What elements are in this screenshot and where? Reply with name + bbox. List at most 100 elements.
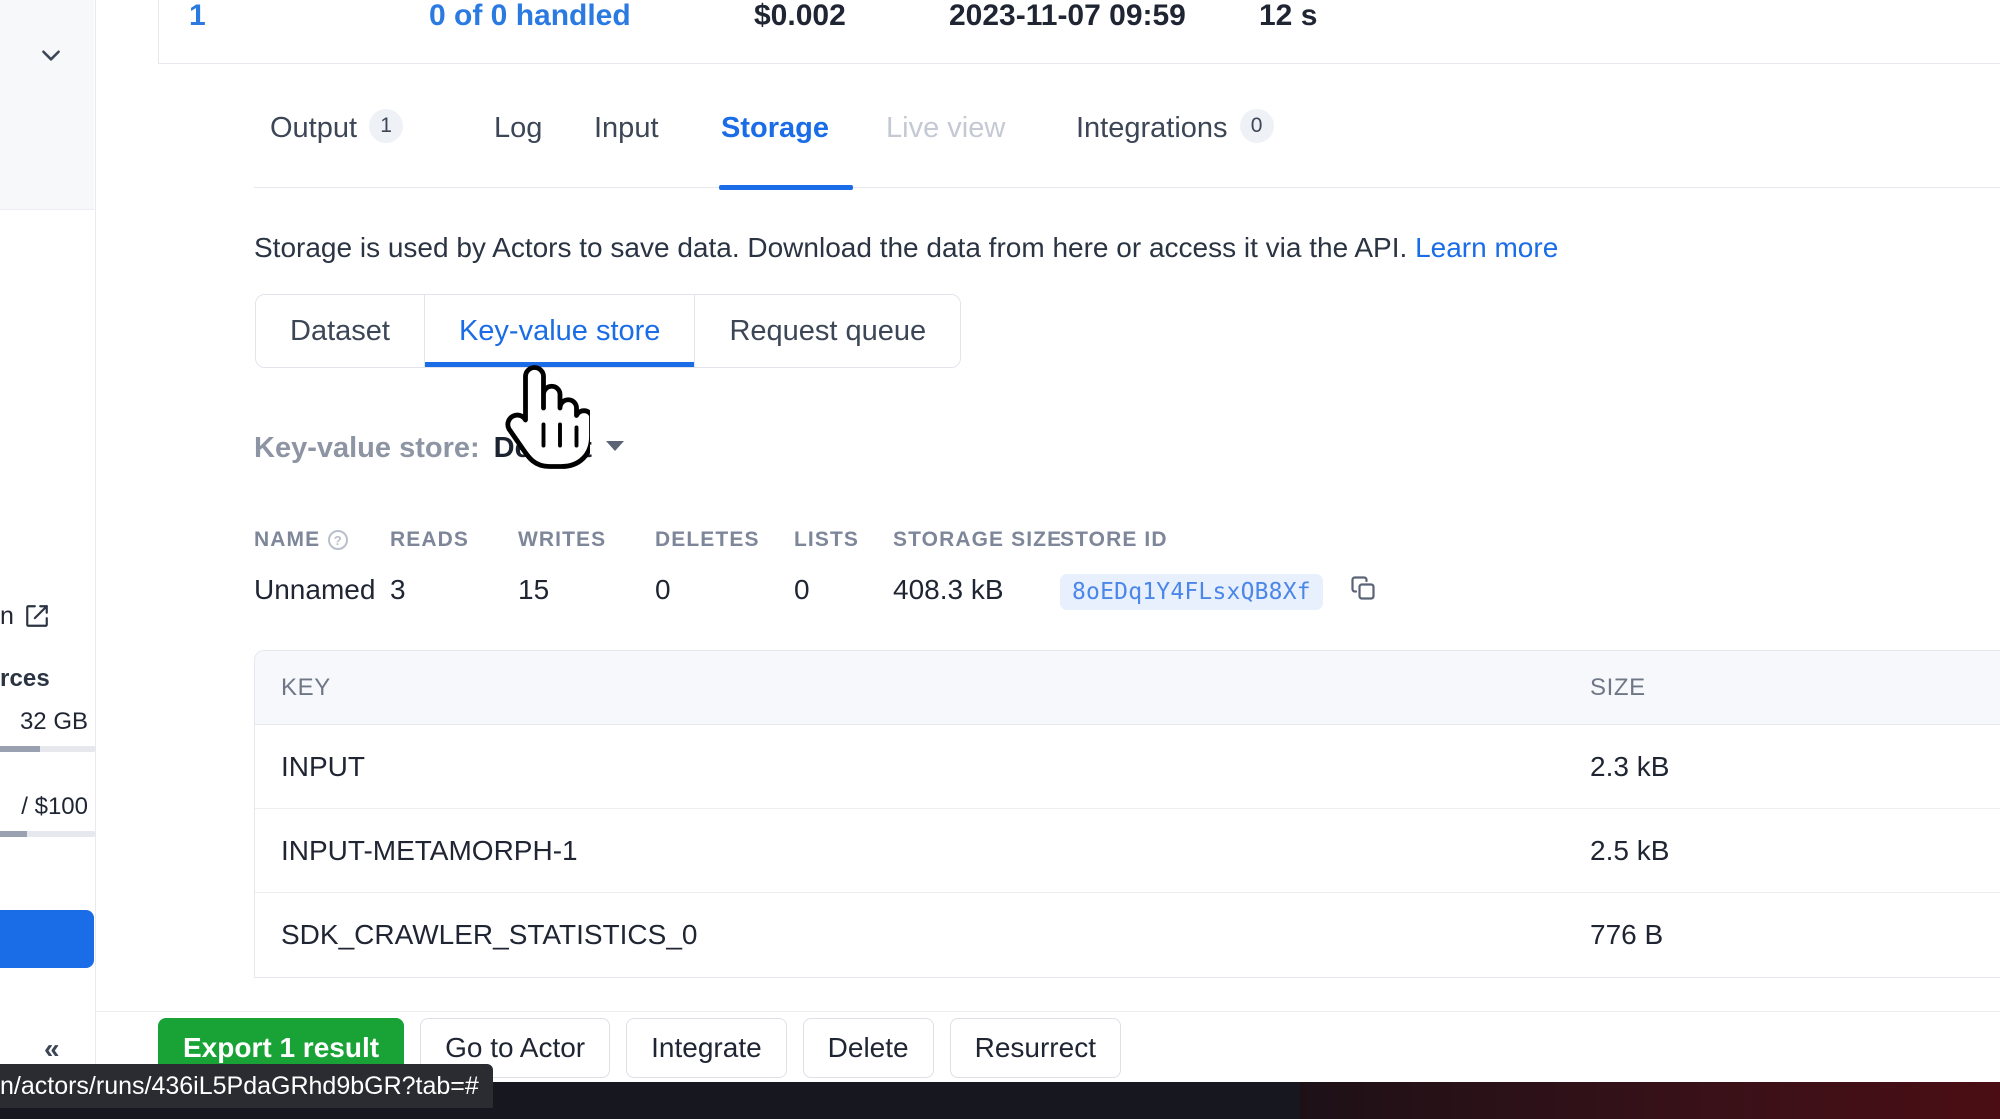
meta-col-deletes-value: 0 <box>655 574 671 605</box>
meta-col-name-value: Unnamed <box>254 574 376 605</box>
key-table-header-size: SIZE <box>1590 673 1646 701</box>
stat-results: RESULTS 1 <box>189 0 287 64</box>
meta-col-writes: WRITES 15 <box>518 528 606 606</box>
app-root: n rces 32 GB / $100 « RESULTS 1 <box>0 0 2000 1119</box>
tab-integrations-label: Integrations <box>1076 112 1228 144</box>
meta-col-storage-size: STORAGE SIZE 408.3 kB <box>893 528 1062 606</box>
sidebar-meter-memory-bar <box>0 746 96 752</box>
stat-duration: DURATION 12 s <box>1259 0 1370 64</box>
key-cell: INPUT-METAMORPH-1 <box>281 834 578 866</box>
meta-col-reads-value: 3 <box>390 574 406 605</box>
table-row[interactable]: SDK_CRAWLER_STATISTICS_0 776 B <box>255 893 2000 977</box>
meta-col-lists-header: LISTS <box>794 528 860 551</box>
stat-usage: USAGE ? $0.002 <box>754 0 860 64</box>
meta-col-store-id-header: STORE ID <box>1060 528 1168 551</box>
tab-output[interactable]: Output 1 <box>270 109 404 188</box>
meta-col-name: NAME ? Unnamed <box>254 528 375 606</box>
tab-live-view: Live view <box>886 112 1005 188</box>
key-table-header-key: KEY <box>281 673 331 701</box>
meta-col-deletes-header: DELETES <box>655 528 760 551</box>
meta-col-writes-header: WRITES <box>518 528 607 551</box>
table-row[interactable]: INPUT 2.3 kB <box>255 725 2000 809</box>
external-link-icon <box>24 603 50 629</box>
tab-integrations[interactable]: Integrations 0 <box>1076 109 1274 188</box>
meta-col-store-id-value-wrap: 8oEDq1Y4FLsxQB8Xf <box>1060 574 1377 610</box>
chevron-down-icon[interactable] <box>38 42 64 68</box>
segment-dataset-label: Dataset <box>290 314 390 347</box>
sidebar-top-card <box>0 0 94 210</box>
meta-col-store-id: STORE ID 8oEDq1Y4FLsxQB8Xf <box>1060 528 1377 610</box>
segment-key-value-store-label: Key-value store <box>458 314 661 347</box>
size-cell: 2.3 kB <box>1590 750 1670 782</box>
stat-started-value: 2023-11-07 09:59 <box>949 0 1186 32</box>
sidebar-meter-credits-bar <box>0 831 96 837</box>
meta-col-name-header-text: NAME <box>254 528 321 551</box>
tab-log[interactable]: Log <box>494 112 542 188</box>
chevron-down-icon[interactable] <box>605 441 624 451</box>
key-value-store-selector[interactable]: Key-value store: Default <box>254 432 624 465</box>
learn-more-link[interactable]: Learn more <box>1415 232 1558 263</box>
resurrect-button[interactable]: Resurrect <box>949 1018 1121 1078</box>
stat-requests-value[interactable]: 0 of 0 handled <box>429 0 631 33</box>
tab-storage-underline <box>719 185 853 190</box>
chrome-accent-strip <box>1300 1082 2000 1119</box>
tab-storage[interactable]: Storage <box>721 112 829 188</box>
meta-col-lists-value: 0 <box>794 574 810 605</box>
sidebar-meter-memory: 32 GB <box>0 708 96 752</box>
main-content: RESULTS 1 REQUESTS 0 of 0 handled USAGE … <box>96 0 2000 1119</box>
tab-output-label: Output <box>270 112 358 144</box>
size-cell: 2.5 kB <box>1590 834 1670 866</box>
sidebar-meter-credits: / $100 <box>0 793 96 837</box>
size-cell: 776 B <box>1590 919 1664 950</box>
tab-integrations-badge: 0 <box>1239 109 1274 143</box>
key-value-store-selector-label: Key-value store: <box>254 432 480 464</box>
segment-request-queue-label: Request queue <box>729 314 927 347</box>
storage-description-text: Storage is used by Actors to save data. … <box>254 232 1408 263</box>
segment-key-value-store[interactable]: Key-value store <box>424 295 696 367</box>
meta-col-reads-header: READS <box>390 528 470 551</box>
meta-col-lists: LISTS 0 <box>794 528 859 606</box>
stat-usage-value: $0.002 <box>754 0 846 32</box>
left-sidebar: n rces 32 GB / $100 « <box>0 0 96 1080</box>
stat-requests: REQUESTS 0 of 0 handled <box>429 0 631 64</box>
stat-duration-value: 12 s <box>1259 0 1318 32</box>
tab-output-badge: 1 <box>369 109 404 143</box>
storage-description: Storage is used by Actors to save data. … <box>254 232 1558 264</box>
meta-col-deletes: DELETES 0 <box>655 528 760 606</box>
segment-dataset[interactable]: Dataset <box>256 295 425 367</box>
sidebar-meter-memory-label: 32 GB <box>19 708 88 735</box>
sidebar-link-label: n <box>0 601 14 630</box>
meta-col-reads: READS 3 <box>390 528 469 606</box>
sidebar-cta-button[interactable] <box>0 910 94 968</box>
run-tabs: Output 1 Log Input Storage Live view Int… <box>254 109 2000 190</box>
help-circle-icon[interactable]: ? <box>328 530 349 550</box>
tab-input-label: Input <box>594 112 659 144</box>
integrate-button[interactable]: Integrate <box>626 1018 787 1078</box>
sidebar-external-link[interactable]: n <box>0 598 94 634</box>
key-value-records-table: KEY SIZE INPUT 2.3 kB INPUT-METAMORPH-1 … <box>254 650 2000 978</box>
status-bar-url: n/actors/runs/436iL5PdaGRhd9bGR?tab=# <box>0 1064 493 1108</box>
meta-col-storage-size-header: STORAGE SIZE <box>893 528 1063 551</box>
copy-icon[interactable] <box>1349 574 1377 609</box>
tab-log-label: Log <box>494 112 543 144</box>
storage-type-segmented-control: Dataset Key-value store Request queue <box>255 294 962 368</box>
sidebar-resources-title: rces <box>0 665 50 692</box>
key-table-header-row: KEY SIZE <box>255 651 2000 725</box>
stat-started: STARTED 2023-11-07 09:59 <box>949 0 1186 64</box>
stat-results-value[interactable]: 1 <box>189 0 287 33</box>
key-cell: SDK_CRAWLER_STATISTICS_0 <box>281 919 698 950</box>
store-id-chip[interactable]: 8oEDq1Y4FLsxQB8Xf <box>1060 574 1323 610</box>
table-row[interactable]: INPUT-METAMORPH-1 2.5 kB <box>255 809 2000 893</box>
delete-button[interactable]: Delete <box>802 1018 934 1078</box>
sidebar-meter-credits-label: / $100 <box>21 793 88 820</box>
key-value-store-selector-value: Default <box>493 432 592 464</box>
meta-col-writes-value: 15 <box>518 574 550 605</box>
tab-input[interactable]: Input <box>594 112 659 188</box>
tab-live-view-label: Live view <box>886 112 1006 144</box>
segment-request-queue[interactable]: Request queue <box>695 295 961 367</box>
run-stats-bar: RESULTS 1 REQUESTS 0 of 0 handled USAGE … <box>158 0 2000 64</box>
meta-col-storage-size-value: 408.3 kB <box>893 574 1004 605</box>
sidebar-collapse-button[interactable]: « <box>44 1035 60 1063</box>
key-cell: INPUT <box>281 750 365 782</box>
tab-storage-label: Storage <box>721 112 829 144</box>
